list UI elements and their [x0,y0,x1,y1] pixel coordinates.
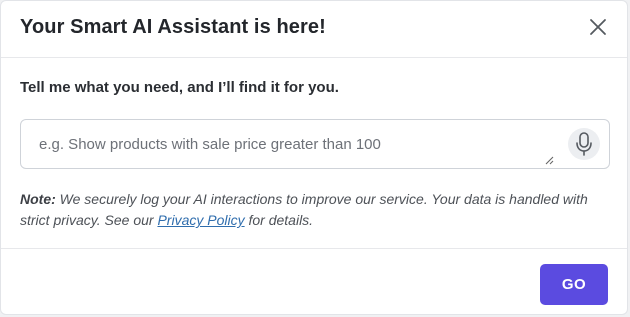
microphone-icon [576,132,592,156]
query-field [20,119,610,169]
dialog-header: Your Smart AI Assistant is here! [1,1,627,58]
go-button[interactable]: GO [540,264,608,305]
voice-input-button[interactable] [568,128,600,160]
note-text-end: for details. [244,212,314,228]
close-icon [590,19,606,35]
dialog-footer: GO [1,248,627,317]
query-input[interactable] [21,120,551,168]
note-label: Note: [20,191,56,207]
dialog-body: Tell me what you need, and I’ll find it … [1,58,627,248]
ai-assistant-dialog: Your Smart AI Assistant is here! Tell me… [0,0,628,315]
privacy-policy-link[interactable]: Privacy Policy [157,212,244,228]
dialog-title: Your Smart AI Assistant is here! [20,16,326,38]
query-prompt: Tell me what you need, and I’ll find it … [20,79,339,96]
close-button[interactable] [587,16,609,38]
resize-handle-icon[interactable] [545,156,554,165]
privacy-note: Note: We securely log your AI interactio… [20,189,610,231]
